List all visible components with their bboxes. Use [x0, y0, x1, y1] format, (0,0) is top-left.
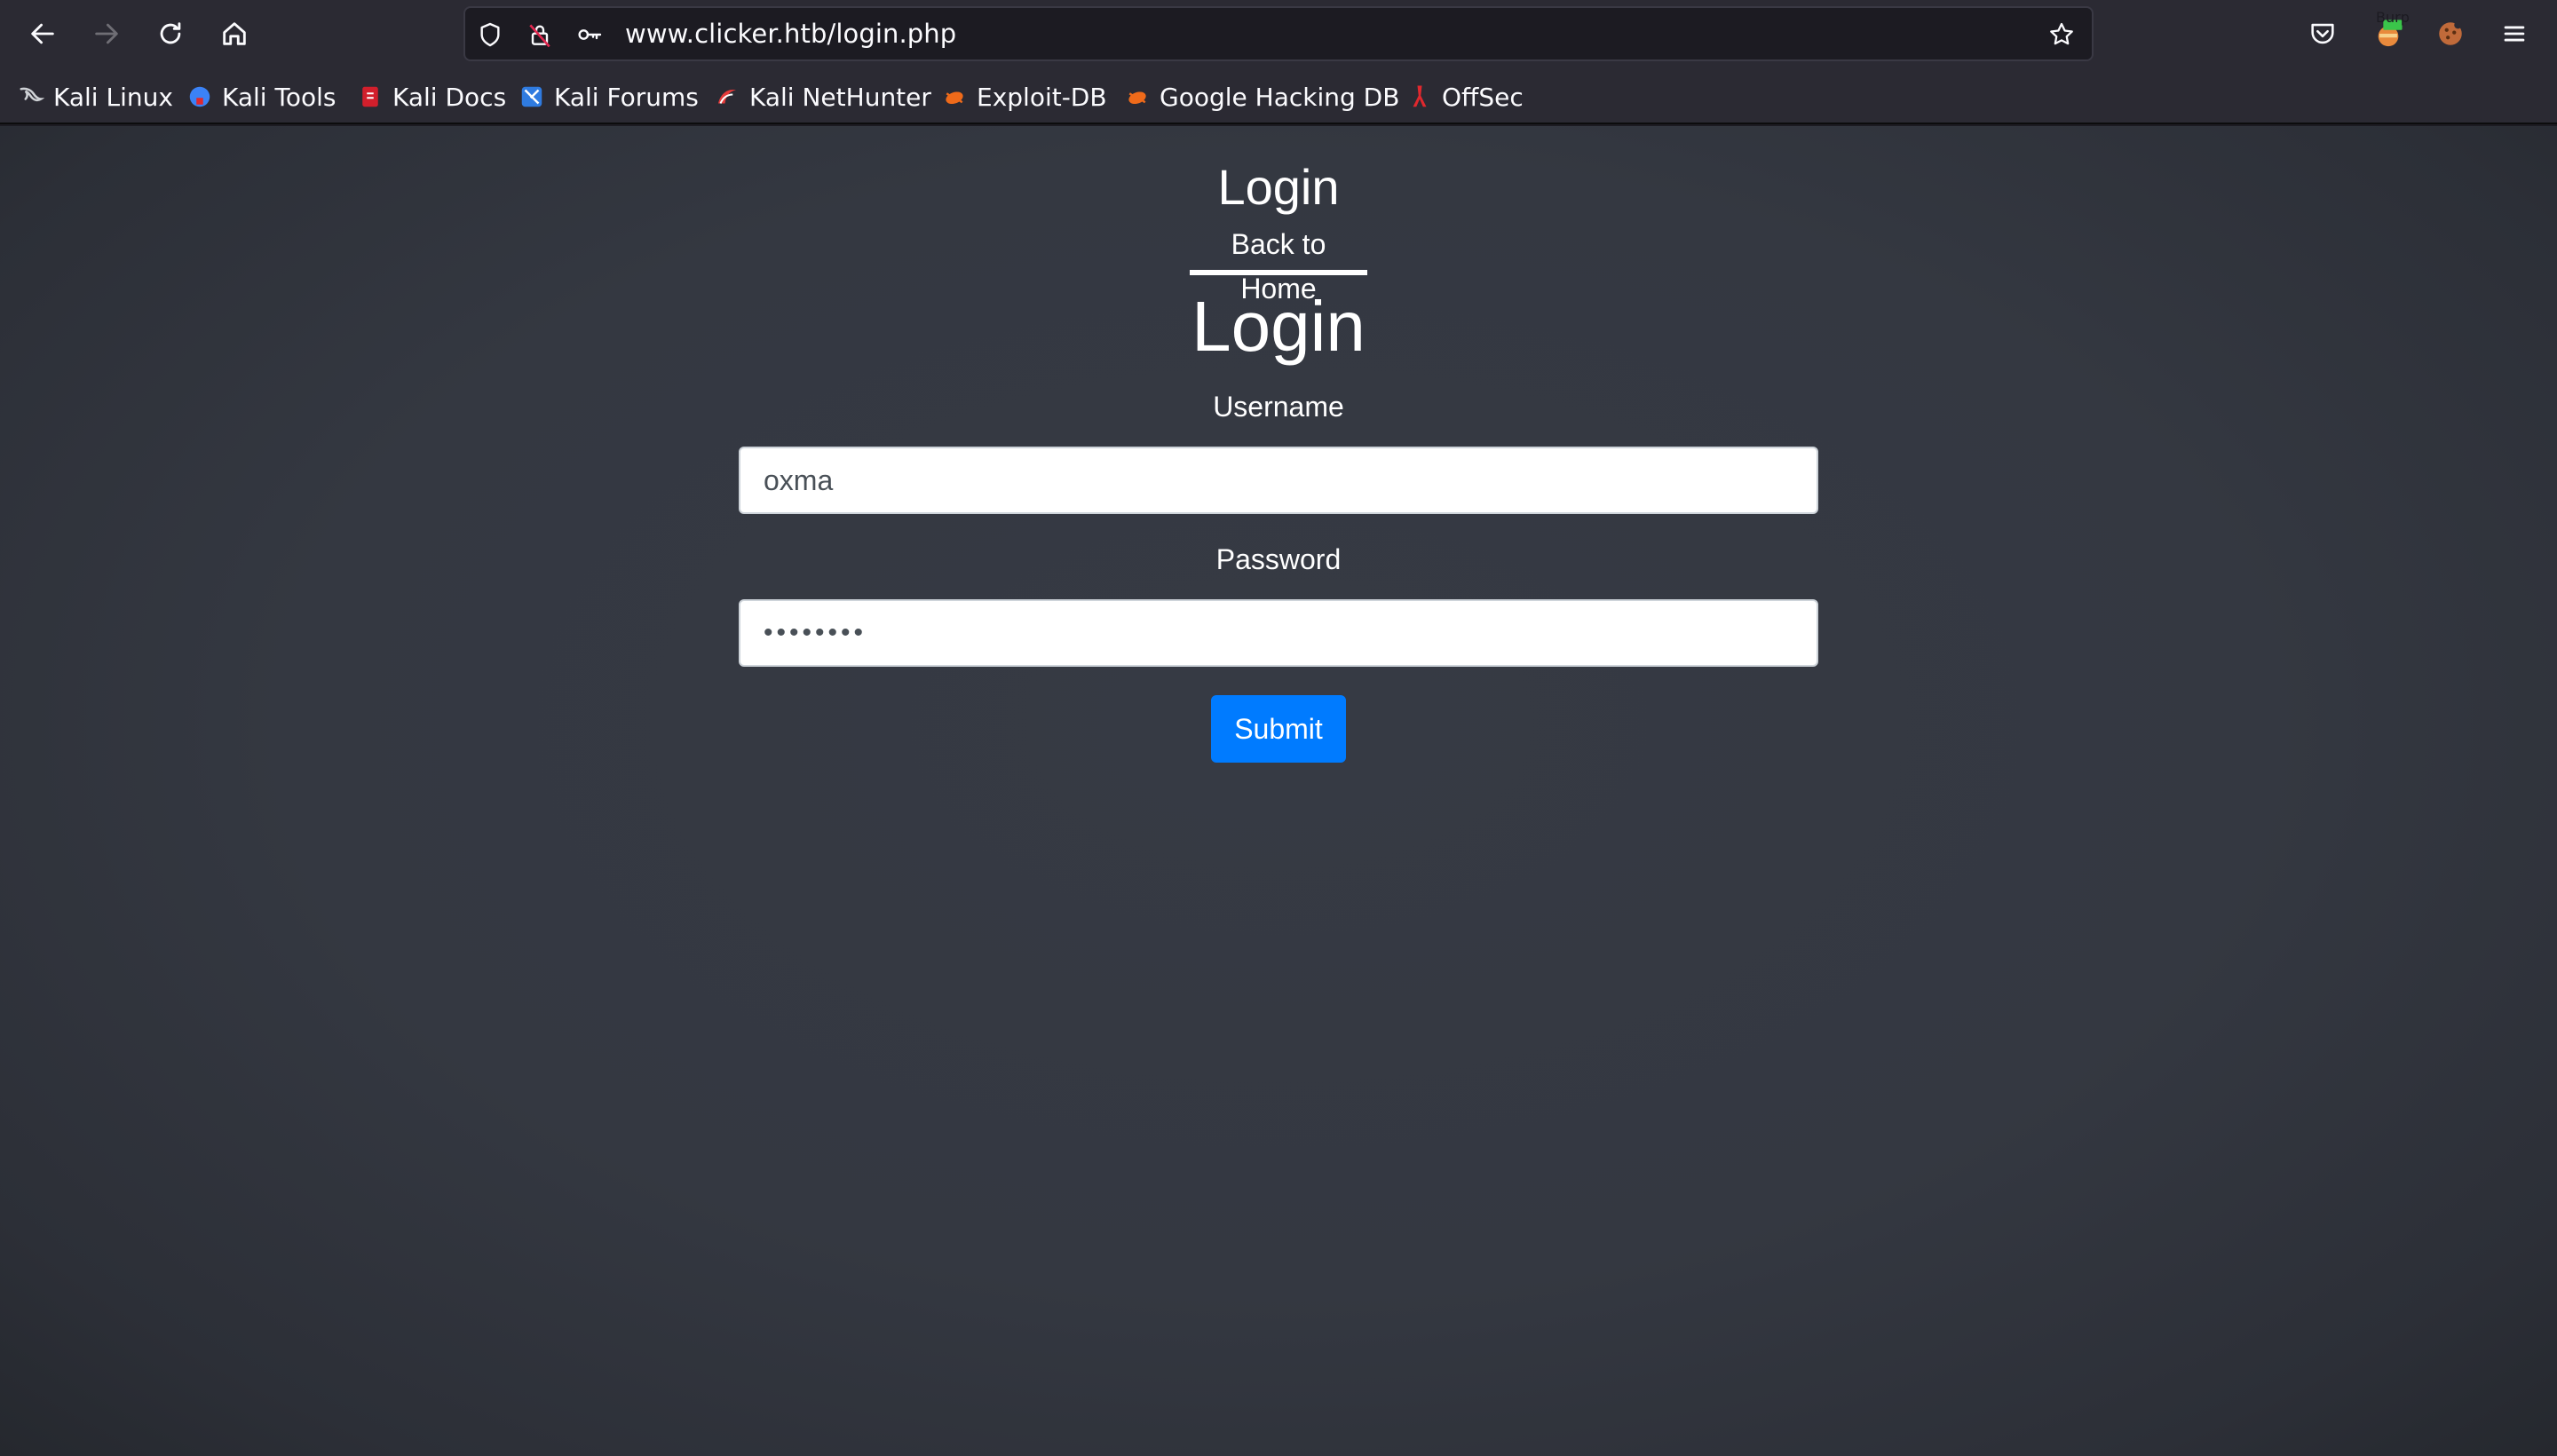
app-menu-button[interactable]	[2493, 12, 2536, 55]
hamburger-menu-icon	[2504, 26, 2525, 42]
bookmark-label: Kali NetHunter	[749, 82, 931, 112]
tracking-protection-shield-icon[interactable]	[474, 19, 506, 51]
bookmark-kali-linux[interactable]: Kali Linux	[18, 73, 173, 121]
browser-navbar: www.clicker.htb/login.php Burp	[0, 0, 2557, 67]
bookmark-star-icon[interactable]	[2046, 19, 2078, 51]
arrow-right-icon	[95, 23, 118, 44]
bookmark-label: Google Hacking DB	[1160, 82, 1400, 112]
forward-button[interactable]	[87, 14, 126, 53]
bookmark-kali-nethunter[interactable]: Kali NetHunter	[714, 73, 931, 121]
bookmark-label: Kali Linux	[53, 82, 173, 112]
arrow-left-icon	[31, 23, 54, 44]
bookmark-google-hacking-db[interactable]: Google Hacking DB	[1124, 73, 1399, 121]
bookmark-label: Kali Docs	[392, 82, 507, 112]
bookmark-kali-forums[interactable]: Kali Forums	[519, 73, 699, 121]
kali-dragon-icon	[18, 83, 44, 110]
page-content: Login Back to Home Login Username oxma P…	[0, 126, 2557, 1456]
back-button[interactable]	[23, 14, 62, 53]
username-input[interactable]: oxma	[739, 447, 1818, 514]
google-hacking-db-icon	[1124, 83, 1151, 110]
home-button[interactable]	[215, 14, 254, 53]
cookie-extension-button[interactable]	[2429, 12, 2472, 55]
url-bar[interactable]: www.clicker.htb/login.php	[463, 6, 2094, 61]
url-text[interactable]: www.clicker.htb/login.php	[625, 8, 956, 59]
bookmark-label: Kali Tools	[222, 82, 336, 112]
insecure-lock-icon[interactable]	[524, 19, 556, 51]
browser-chrome: www.clicker.htb/login.php Burp Kali Linu…	[0, 0, 2557, 124]
offsec-icon	[1406, 83, 1433, 110]
pocket-button[interactable]	[2301, 12, 2344, 55]
reload-button[interactable]	[151, 14, 190, 53]
back-to-home-link[interactable]: Back to Home	[1190, 222, 1367, 305]
exploit-db-icon	[941, 83, 968, 110]
page-heading: Login	[1217, 159, 1340, 215]
bookmark-kali-docs[interactable]: Kali Docs	[357, 73, 506, 121]
kali-nethunter-icon	[714, 83, 740, 110]
username-label: Username	[1213, 391, 1344, 423]
bookmark-label: Exploit-DB	[977, 82, 1107, 112]
bookmark-offsec[interactable]: OffSec	[1406, 73, 1524, 121]
key-icon[interactable]	[574, 19, 606, 51]
burp-badge-label: Burp	[2376, 9, 2410, 26]
form-title: Login	[1191, 287, 1366, 366]
cookie-icon	[2439, 20, 2462, 45]
bookmarks-toolbar: Kali Linux Kali Tools Kali Docs Kali For…	[0, 73, 2557, 121]
bookmark-label: OffSec	[1442, 82, 1524, 112]
kali-docs-icon	[357, 83, 384, 110]
kali-tools-icon	[186, 83, 213, 110]
bookmark-label: Kali Forums	[554, 82, 699, 112]
pocket-icon	[2311, 23, 2334, 44]
reload-icon	[160, 22, 181, 44]
submit-button[interactable]: Submit	[1211, 695, 1346, 763]
bookmark-kali-tools[interactable]: Kali Tools	[186, 73, 336, 121]
password-input[interactable]: ••••••••	[739, 599, 1818, 667]
home-icon	[223, 22, 246, 45]
password-label: Password	[1215, 543, 1342, 575]
bookmark-exploit-db[interactable]: Exploit-DB	[941, 73, 1107, 121]
kali-forums-icon	[519, 83, 545, 110]
